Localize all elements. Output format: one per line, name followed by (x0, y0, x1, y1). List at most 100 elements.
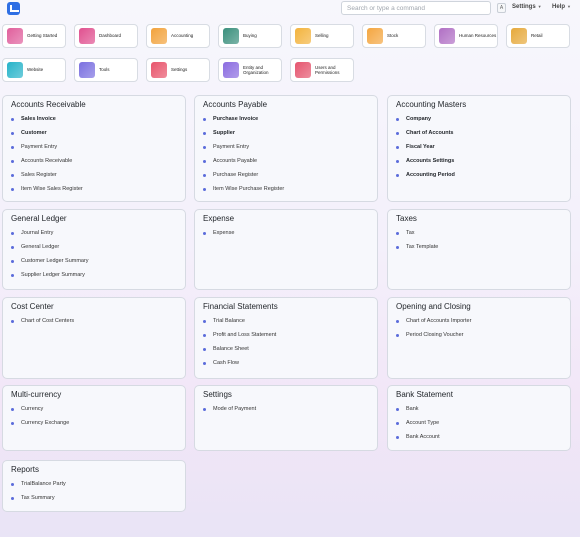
user-avatar[interactable]: A (497, 3, 506, 13)
shortcut-tile[interactable]: Buying (218, 24, 282, 48)
key-icon (7, 28, 23, 44)
card-title[interactable]: General Ledger (11, 214, 67, 223)
retail-icon (511, 28, 527, 44)
shortcut-tile[interactable]: Settings (146, 58, 210, 82)
card-link[interactable]: Customer Ledger Summary (11, 258, 89, 272)
card-title[interactable]: Expense (203, 214, 234, 223)
card-link-list: Currency Currency Exchange (11, 406, 69, 434)
card-link[interactable]: Purchase Register (203, 172, 284, 186)
card-link[interactable]: Cash Flow (203, 360, 276, 374)
stock-icon (367, 28, 383, 44)
shortcut-label: Tools (99, 67, 110, 73)
workspace-card: Bank Statement Bank Account Type Bank Accou… (387, 385, 571, 451)
shortcut-tile[interactable]: Accounting (146, 24, 210, 48)
card-link[interactable]: Payment Entry (11, 144, 83, 158)
card-link[interactable]: Tax (396, 230, 438, 244)
card-title[interactable]: Cost Center (11, 302, 54, 311)
workspace-card: Multi-currency Currency Currency Exchange (2, 385, 186, 451)
card-link[interactable]: Bank (396, 406, 440, 420)
card-link[interactable]: Chart of Accounts Importer (396, 318, 471, 332)
card-title[interactable]: Accounts Receivable (11, 100, 86, 109)
help-menu[interactable]: Help ▼ (552, 4, 571, 10)
shortcut-tile[interactable]: Users and Permissions (290, 58, 354, 82)
card-link-list: Expense (203, 230, 234, 244)
card-link[interactable]: Currency (11, 406, 69, 420)
card-link[interactable]: Tax Summary (11, 495, 66, 509)
card-link[interactable]: TrialBalance Party (11, 481, 66, 495)
card-link[interactable]: Purchase Invoice (203, 116, 284, 130)
card-link[interactable]: Accounts Receivable (11, 158, 83, 172)
shortcut-tile[interactable]: Selling (290, 24, 354, 48)
card-title[interactable]: Multi-currency (11, 390, 61, 399)
workspace-card: Settings Mode of Payment (194, 385, 378, 451)
card-link[interactable]: Chart of Cost Centers (11, 318, 74, 332)
shortcut-tile[interactable]: Website (2, 58, 66, 82)
card-link[interactable]: Accounts Settings (396, 158, 455, 172)
shortcut-label: Users and Permissions (315, 64, 340, 76)
shortcut-tile[interactable]: Dashboard (74, 24, 138, 48)
card-title[interactable]: Taxes (396, 214, 417, 223)
card-link[interactable]: Company (396, 116, 455, 130)
website-icon (7, 62, 23, 78)
search-input[interactable] (341, 1, 491, 15)
app-logo[interactable] (7, 2, 20, 15)
shortcut-tile[interactable]: Getting Started (2, 24, 66, 48)
card-link[interactable]: Accounts Payable (203, 158, 284, 172)
card-link[interactable]: Tax Template (396, 244, 438, 258)
shortcut-label: Entity and Organization (243, 64, 269, 76)
shortcut-label: Accounting (171, 33, 194, 39)
card-link[interactable]: Profit and Loss Statement (203, 332, 276, 346)
card-link[interactable]: Supplier Ledger Summary (11, 272, 89, 286)
shortcut-label: Human Resources (459, 33, 497, 39)
settings-icon (151, 62, 167, 78)
chevron-down-icon: ▼ (567, 4, 571, 9)
chevron-down-icon: ▼ (537, 4, 542, 9)
card-link[interactable]: Journal Entry (11, 230, 89, 244)
settings-menu-label: Settings (512, 4, 536, 10)
card-title[interactable]: Accounts Payable (203, 100, 267, 109)
card-link[interactable]: Account Type (396, 420, 440, 434)
card-title[interactable]: Bank Statement (396, 390, 453, 399)
card-link[interactable]: Sales Invoice (11, 116, 83, 130)
card-link[interactable]: Currency Exchange (11, 420, 69, 434)
top-navbar: A Settings▼ Help▼ (0, 0, 580, 17)
hr-icon (439, 28, 455, 44)
card-link[interactable]: Trial Balance (203, 318, 276, 332)
card-link[interactable]: Accounting Period (396, 172, 455, 186)
card-link[interactable]: Expense (203, 230, 234, 244)
shortcut-label: Buying (243, 33, 257, 39)
buying-icon (223, 28, 239, 44)
card-link[interactable]: Balance Sheet (203, 346, 276, 360)
settings-menu[interactable]: Settings ▼ (512, 4, 542, 10)
card-title[interactable]: Accounting Masters (396, 100, 466, 109)
help-menu-label: Help (552, 4, 566, 10)
card-link[interactable]: Bank Account (396, 434, 440, 448)
card-title[interactable]: Opening and Closing (396, 302, 471, 311)
card-title[interactable]: Reports (11, 465, 39, 474)
card-link[interactable]: Supplier (203, 130, 284, 144)
card-link[interactable]: Chart of Accounts (396, 130, 455, 144)
shortcut-label: Selling (315, 33, 329, 39)
card-link[interactable]: Customer (11, 130, 83, 144)
card-title[interactable]: Settings (203, 390, 232, 399)
card-link[interactable]: Mode of Payment (203, 406, 256, 420)
shortcut-tile[interactable]: Retail (506, 24, 570, 48)
card-link-list: Mode of Payment (203, 406, 256, 420)
card-link[interactable]: Fiscal Year (396, 144, 455, 158)
card-link[interactable]: Item Wise Sales Register (11, 186, 83, 200)
workspace-card: General Ledger Journal Entry General Ledge… (2, 209, 186, 290)
card-link-list: Company Chart of Accounts Fiscal Year Accou… (396, 116, 455, 186)
card-link[interactable]: General Ledger (11, 244, 89, 258)
card-link[interactable]: Payment Entry (203, 144, 284, 158)
card-link[interactable]: Item Wise Purchase Register (203, 186, 284, 200)
shortcut-tile[interactable]: Human Resources (434, 24, 498, 48)
workspace-card: Taxes Tax Tax Template (387, 209, 571, 290)
card-link[interactable]: Period Closing Voucher (396, 332, 471, 346)
shortcut-tile[interactable]: Stock (362, 24, 426, 48)
card-title[interactable]: Financial Statements (203, 302, 278, 311)
shortcut-tile[interactable]: Tools (74, 58, 138, 82)
workspace-card: Reports TrialBalance Party Tax Summary (2, 460, 186, 512)
card-link[interactable]: Sales Register (11, 172, 83, 186)
shortcut-tile[interactable]: Entity and Organization (218, 58, 282, 82)
dashboard-icon (79, 28, 95, 44)
